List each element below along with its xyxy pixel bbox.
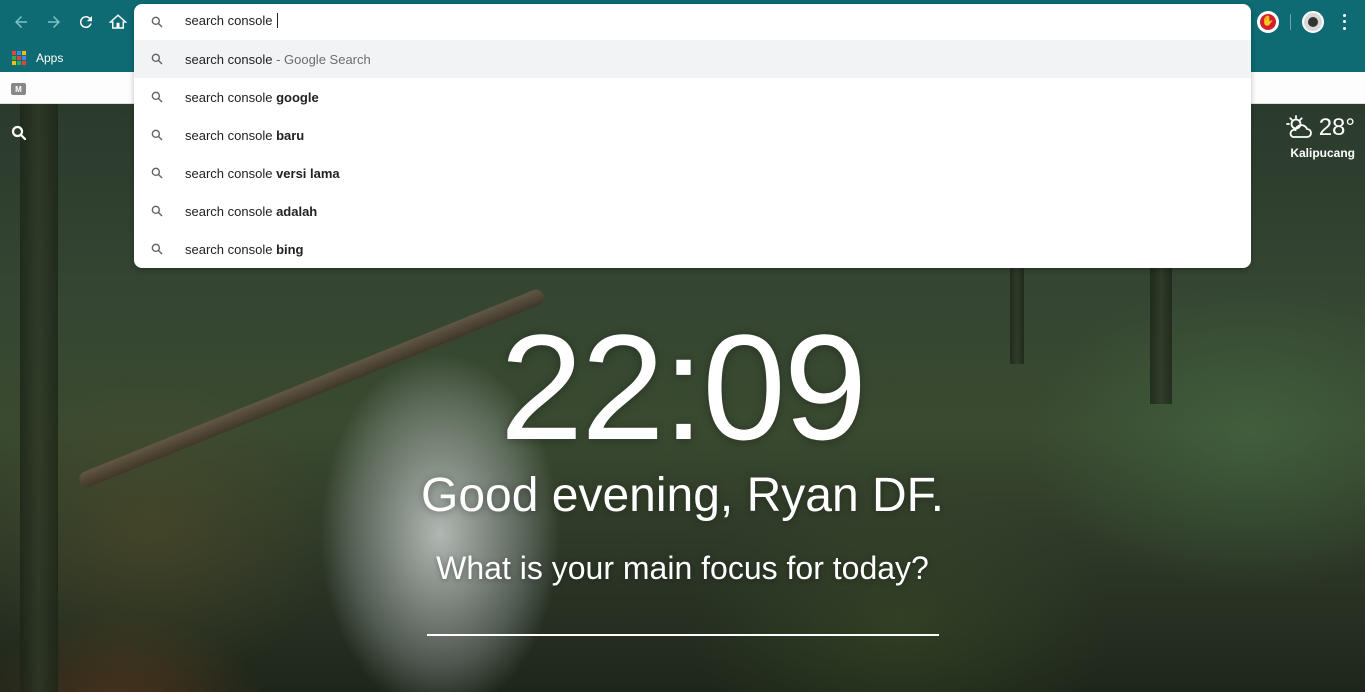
weather-temperature: 28° xyxy=(1318,114,1355,141)
focus-input[interactable] xyxy=(427,600,939,636)
reload-button[interactable] xyxy=(74,10,98,34)
partly-cloudy-icon xyxy=(1285,115,1312,138)
profile-avatar[interactable] xyxy=(1302,11,1324,33)
menu-dot xyxy=(1342,20,1346,24)
suggestion-item[interactable]: search console - Google Search xyxy=(134,40,1251,78)
mail-icon[interactable]: M xyxy=(11,83,26,95)
suggestion-item[interactable]: search console baru xyxy=(134,116,1251,154)
toolbar-divider xyxy=(1290,14,1291,30)
search-icon xyxy=(151,53,163,65)
suggestion-prefix: search console xyxy=(185,52,273,67)
apps-grid-icon xyxy=(12,51,26,65)
text-caret xyxy=(277,13,279,28)
search-icon xyxy=(151,129,163,141)
suggestion-completion: bing xyxy=(276,242,304,257)
suggestion-text: search console baru xyxy=(185,128,304,143)
suggestion-text: search console bing xyxy=(185,242,304,257)
suggestion-prefix: search console xyxy=(185,242,277,257)
suggestion-item[interactable]: search console versi lama xyxy=(134,154,1251,192)
weather-location: Kalipucang xyxy=(1290,146,1355,160)
home-button[interactable] xyxy=(106,10,130,34)
suggestion-prefix: search console xyxy=(185,90,277,105)
search-icon xyxy=(151,16,163,28)
suggestion-text: search console google xyxy=(185,90,319,105)
address-bar-input[interactable]: search console xyxy=(185,13,279,28)
weather-widget[interactable]: 28° Kalipucang xyxy=(1270,114,1355,160)
suggestion-text: search console adalah xyxy=(185,204,317,219)
suggestion-item[interactable]: search console bing xyxy=(134,230,1251,268)
suggestion-completion: baru xyxy=(276,128,305,143)
avatar-icon xyxy=(1308,17,1318,27)
suggestion-prefix: search console xyxy=(185,128,277,143)
suggestion-completion: versi lama xyxy=(276,166,340,181)
suggestion-text: search console - Google Search xyxy=(185,52,371,67)
greeting: Good evening, Ryan DF. xyxy=(421,469,944,522)
menu-dot xyxy=(1342,27,1346,31)
search-icon[interactable] xyxy=(10,124,28,142)
menu-dot xyxy=(1342,13,1346,17)
extension-stop-button[interactable]: ✋ xyxy=(1257,11,1279,33)
home-icon xyxy=(109,14,127,29)
search-icon xyxy=(151,243,163,255)
browser-menu-button[interactable] xyxy=(1336,12,1352,32)
search-icon xyxy=(151,167,163,179)
focus-question: What is your main focus for today? xyxy=(436,550,929,586)
back-button[interactable] xyxy=(9,10,33,34)
clock: 22:09 xyxy=(499,303,867,471)
suggestion-prefix: search console xyxy=(185,166,277,181)
suggestion-text: search console versi lama xyxy=(185,166,340,181)
apps-label: Apps xyxy=(36,51,64,65)
suggestion-source: - Google Search xyxy=(272,52,371,67)
suggestion-completion: google xyxy=(276,90,319,105)
forward-button[interactable] xyxy=(42,10,66,34)
arrow-right-icon xyxy=(48,16,60,28)
search-icon xyxy=(151,205,163,217)
suggestion-item[interactable]: search console adalah xyxy=(134,192,1251,230)
address-bar[interactable]: search console xyxy=(134,4,1251,40)
address-bar-query: search console xyxy=(185,13,273,28)
suggestion-prefix: search console xyxy=(185,204,277,219)
search-icon xyxy=(151,91,163,103)
suggestion-item[interactable]: search console google xyxy=(134,78,1251,116)
omnibox-dropdown: search console search console - Google S… xyxy=(134,4,1251,268)
stop-hand-icon: ✋ xyxy=(1260,14,1276,30)
arrow-left-icon xyxy=(15,16,27,28)
reload-icon xyxy=(79,16,92,29)
suggestion-completion: adalah xyxy=(276,204,318,219)
apps-shortcut[interactable]: Apps xyxy=(12,48,63,68)
